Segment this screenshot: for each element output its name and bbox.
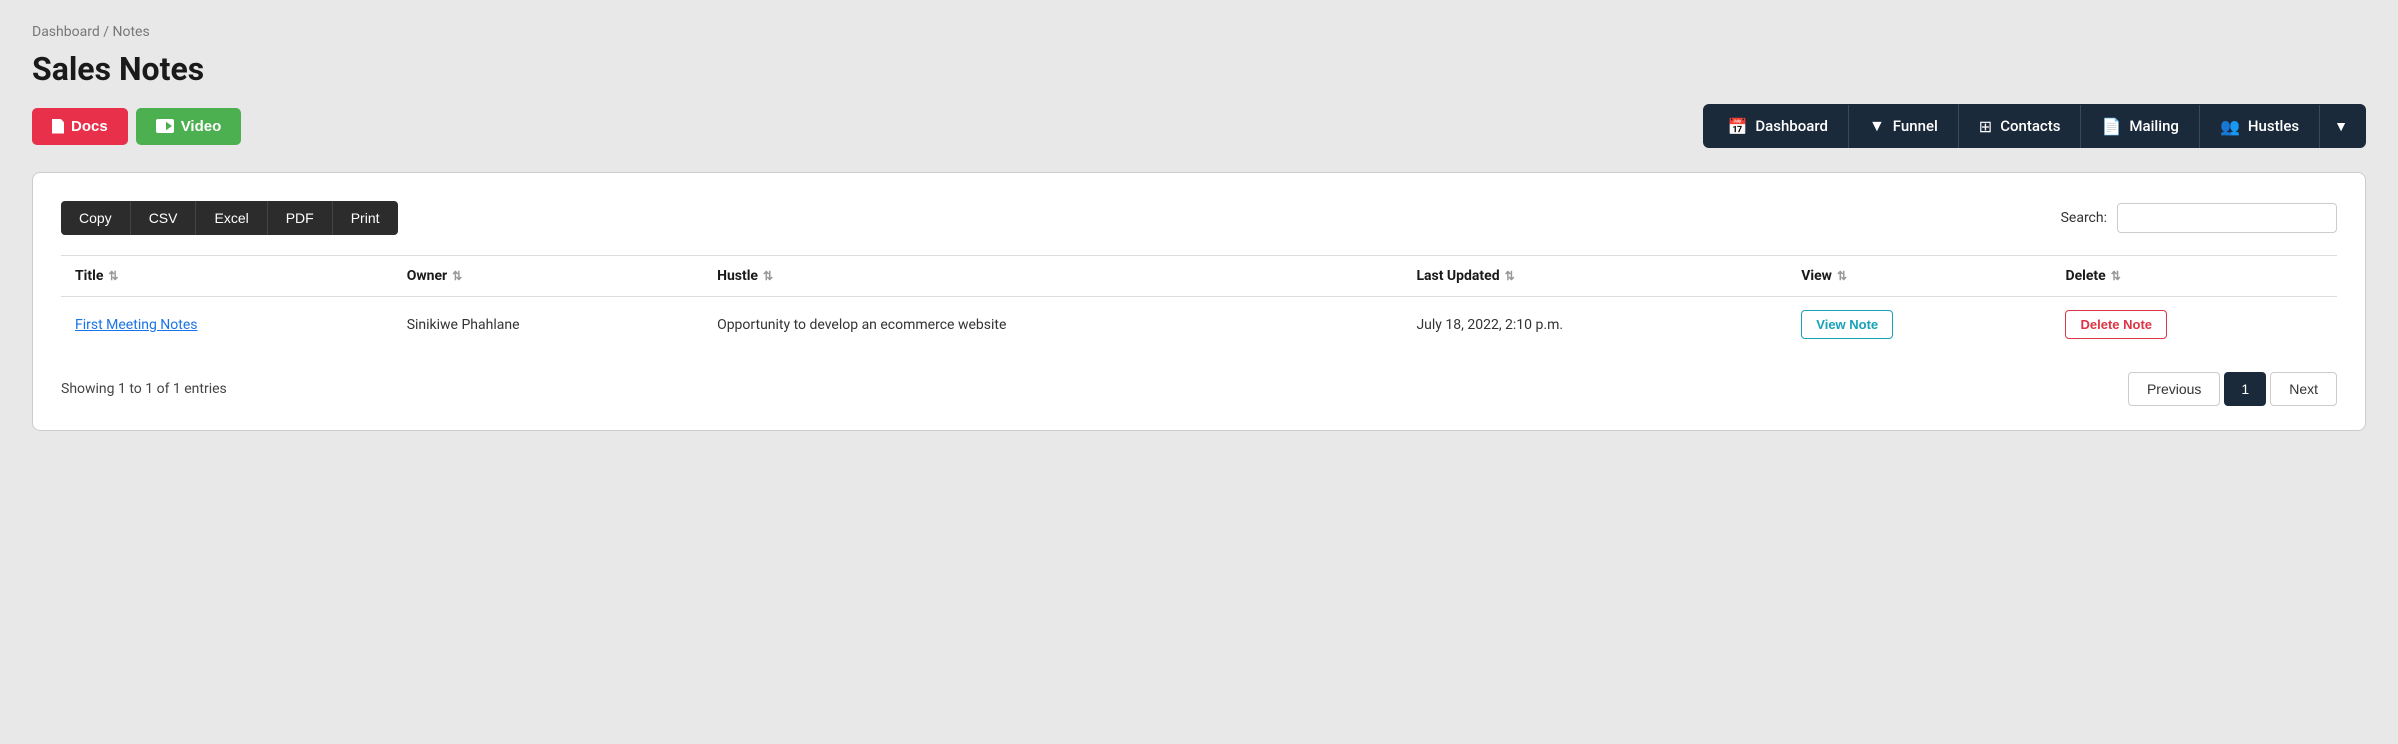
excel-button[interactable]: Excel (195, 201, 266, 235)
print-button[interactable]: Print (332, 201, 398, 235)
col-view[interactable]: View ⇅ (1787, 256, 2051, 297)
docs-label: Docs (71, 118, 108, 135)
col-owner[interactable]: Owner ⇅ (393, 256, 703, 297)
search-label: Search: (2061, 210, 2107, 226)
csv-button[interactable]: CSV (130, 201, 196, 235)
search-area: Search: (2061, 203, 2337, 233)
sort-icon-title: ⇅ (108, 269, 118, 283)
docs-icon (52, 119, 64, 134)
page-1-button[interactable]: 1 (2224, 372, 2266, 406)
nav-item-contacts[interactable]: ⊞ Contacts (1959, 105, 2082, 148)
nav-label-dashboard: Dashboard (1755, 117, 1828, 135)
toolbar: Copy CSV Excel PDF Print Search: (61, 201, 2337, 235)
filter-icon: ▼ (1869, 116, 1885, 136)
next-button[interactable]: Next (2270, 372, 2337, 406)
cell-delete: Delete Note (2051, 297, 2337, 353)
chevron-down-icon: ▼ (2334, 118, 2348, 135)
cell-view: View Note (1787, 297, 2051, 353)
video-label: Video (181, 118, 222, 135)
page-title: Sales Notes (32, 50, 2366, 88)
nav-item-mailing[interactable]: 📄 Mailing (2081, 105, 2199, 148)
sort-icon-view: ⇅ (1837, 269, 1847, 283)
docs-button[interactable]: Docs (32, 108, 128, 145)
cell-owner: Sinikiwe Phahlane (393, 297, 703, 353)
sort-icon-owner: ⇅ (452, 269, 462, 283)
sort-icon-last-updated: ⇅ (1505, 269, 1515, 283)
view-note-button[interactable]: View Note (1801, 310, 1893, 339)
col-hustle[interactable]: Hustle ⇅ (703, 256, 1402, 297)
table-header-row: Title ⇅ Owner ⇅ Hustle ⇅ (61, 256, 2337, 297)
breadcrumb-separator: / (103, 24, 109, 40)
breadcrumb-current: Notes (112, 24, 149, 40)
entries-text: Showing 1 to 1 of 1 entries (61, 381, 227, 397)
copy-button[interactable]: Copy (61, 201, 130, 235)
toolbar-buttons: Copy CSV Excel PDF Print (61, 201, 398, 235)
delete-note-button[interactable]: Delete Note (2065, 310, 2167, 339)
nav-label-hustles: Hustles (2248, 117, 2299, 135)
sort-icon-delete: ⇅ (2111, 269, 2121, 283)
nav-label-contacts: Contacts (2000, 117, 2060, 135)
pdf-button[interactable]: PDF (267, 201, 332, 235)
cell-last-updated: July 18, 2022, 2:10 p.m. (1402, 297, 1787, 353)
calendar-icon: 📅 (1727, 117, 1747, 136)
nav-bar: 📅 Dashboard ▼ Funnel ⊞ Contacts 📄 Mailin… (1703, 104, 2366, 148)
table-row: First Meeting Notes Sinikiwe Phahlane Op… (61, 297, 2337, 353)
breadcrumb: Dashboard / Notes (32, 24, 2366, 40)
nav-item-dashboard[interactable]: 📅 Dashboard (1707, 105, 1849, 148)
nav-item-funnel[interactable]: ▼ Funnel (1849, 104, 1959, 148)
col-delete[interactable]: Delete ⇅ (2051, 256, 2337, 297)
grid-icon: ⊞ (1979, 117, 1992, 136)
col-title[interactable]: Title ⇅ (61, 256, 393, 297)
top-row: Docs Video 📅 Dashboard ▼ Funnel ⊞ (32, 104, 2366, 148)
main-card: Copy CSV Excel PDF Print Search: Title ⇅ (32, 172, 2366, 431)
breadcrumb-home[interactable]: Dashboard (32, 24, 100, 40)
title-link[interactable]: First Meeting Notes (75, 317, 198, 333)
nav-item-hustles[interactable]: 👥 Hustles (2200, 105, 2320, 148)
video-button[interactable]: Video (136, 108, 242, 145)
doc-buttons: Docs Video (32, 108, 241, 145)
doc-nav-icon: 📄 (2101, 117, 2121, 136)
previous-button[interactable]: Previous (2128, 372, 2220, 406)
cell-title: First Meeting Notes (61, 297, 393, 353)
nav-dropdown[interactable]: ▼ (2320, 106, 2362, 147)
pagination-controls: Previous 1 Next (2128, 372, 2337, 406)
pagination-row: Showing 1 to 1 of 1 entries Previous 1 N… (61, 372, 2337, 406)
video-icon (156, 119, 174, 133)
notes-table: Title ⇅ Owner ⇅ Hustle ⇅ (61, 255, 2337, 352)
col-last-updated[interactable]: Last Updated ⇅ (1402, 256, 1787, 297)
users-icon: 👥 (2220, 117, 2240, 136)
cell-hustle: Opportunity to develop an ecommerce webs… (703, 297, 1402, 353)
search-input[interactable] (2117, 203, 2337, 233)
nav-label-mailing: Mailing (2129, 117, 2179, 135)
nav-label-funnel: Funnel (1893, 117, 1938, 135)
sort-icon-hustle: ⇅ (763, 269, 773, 283)
